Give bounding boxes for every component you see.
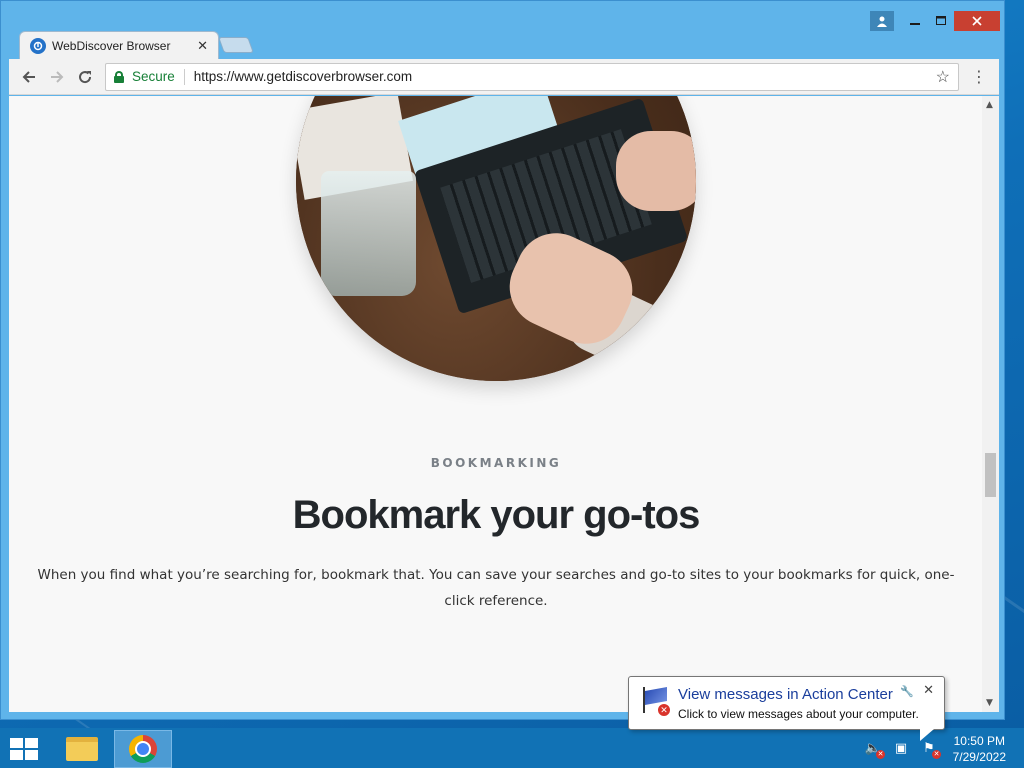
scroll-thumb[interactable] <box>985 453 996 497</box>
system-tray: 🔈 ✕ ▣ ⚑ ✕ <box>864 740 941 759</box>
close-window-button[interactable] <box>954 11 1000 31</box>
back-button[interactable] <box>15 63 43 91</box>
vertical-scrollbar[interactable]: ▲ ▼ <box>982 96 999 712</box>
volume-muted-icon[interactable]: 🔈 ✕ <box>864 740 885 759</box>
tab-close-icon[interactable]: ✕ <box>197 38 208 54</box>
tab-webdiscover[interactable]: WebDiscover Browser ✕ <box>19 31 219 59</box>
omnibox-separator <box>183 68 185 85</box>
lock-icon <box>114 70 124 83</box>
section-eyebrow: BOOKMARKING <box>430 456 562 470</box>
taskbar: 🔈 ✕ ▣ ⚑ ✕ 10:50 PM 7/29/2022 <box>0 728 1024 768</box>
back-arrow-icon <box>22 70 35 83</box>
reload-icon <box>79 70 92 83</box>
chrome-icon <box>129 735 157 763</box>
action-center-notification[interactable]: ✕ View messages in Action Center Click t… <box>628 676 945 741</box>
minimize-icon <box>910 23 920 25</box>
file-explorer-taskbar-button[interactable] <box>56 730 108 768</box>
secure-label: Secure <box>132 69 175 84</box>
section-headline: Bookmark your go-tos <box>292 493 701 537</box>
bookmark-star-icon[interactable]: ☆ <box>936 67 950 87</box>
tab-strip: WebDiscover Browser ✕ <box>9 31 999 59</box>
action-center-flag-icon: ✕ <box>641 687 671 717</box>
scroll-down-icon[interactable]: ▼ <box>986 698 993 708</box>
laptop-photo <box>296 96 696 381</box>
page-viewport: BOOKMARKING Bookmark your go-tos When yo… <box>9 96 999 712</box>
window-controls <box>870 11 1004 31</box>
folder-icon <box>66 737 98 761</box>
new-tab-button[interactable] <box>218 37 254 53</box>
clock-time: 10:50 PM <box>953 734 1005 748</box>
clock-date: 7/29/2022 <box>952 750 1006 764</box>
minimize-button[interactable] <box>902 11 928 31</box>
forward-arrow-icon <box>51 70 64 83</box>
maximize-icon <box>936 16 946 25</box>
forward-button[interactable] <box>43 63 71 91</box>
section-body: When you find what you’re searching for,… <box>37 567 955 609</box>
notification-text: Click to view messages about your comput… <box>678 707 919 721</box>
maximize-button[interactable] <box>928 11 954 31</box>
browser-taskbar-button[interactable] <box>114 730 172 768</box>
webdiscover-favicon-icon <box>30 37 46 54</box>
close-icon <box>972 16 982 26</box>
url-text[interactable]: https://www.getdiscoverbrowser.com <box>194 69 936 84</box>
start-button[interactable] <box>10 738 38 760</box>
user-icon <box>877 16 887 27</box>
scroll-up-icon[interactable]: ▲ <box>986 100 993 110</box>
reload-button[interactable] <box>71 63 99 91</box>
network-icon[interactable]: ▣ <box>892 740 910 756</box>
clock[interactable]: 10:50 PM 7/29/2022 <box>953 733 1006 765</box>
browser-toolbar: Secure https://www.getdiscoverbrowser.co… <box>9 59 999 95</box>
settings-wrench-icon[interactable]: 🔧 <box>900 685 914 698</box>
address-bar[interactable]: Secure https://www.getdiscoverbrowser.co… <box>105 62 959 91</box>
menu-dots-icon[interactable]: ⋮ <box>965 67 993 86</box>
notification-title[interactable]: View messages in Action Center <box>678 686 893 703</box>
browser-window: WebDiscover Browser ✕ Secure https://www… <box>0 0 1005 720</box>
action-center-flag-icon[interactable]: ⚑ ✕ <box>920 740 941 759</box>
tab-title: WebDiscover Browser <box>52 38 171 53</box>
user-profile-button[interactable] <box>870 11 894 31</box>
notification-close-icon[interactable]: ✕ <box>923 683 934 698</box>
